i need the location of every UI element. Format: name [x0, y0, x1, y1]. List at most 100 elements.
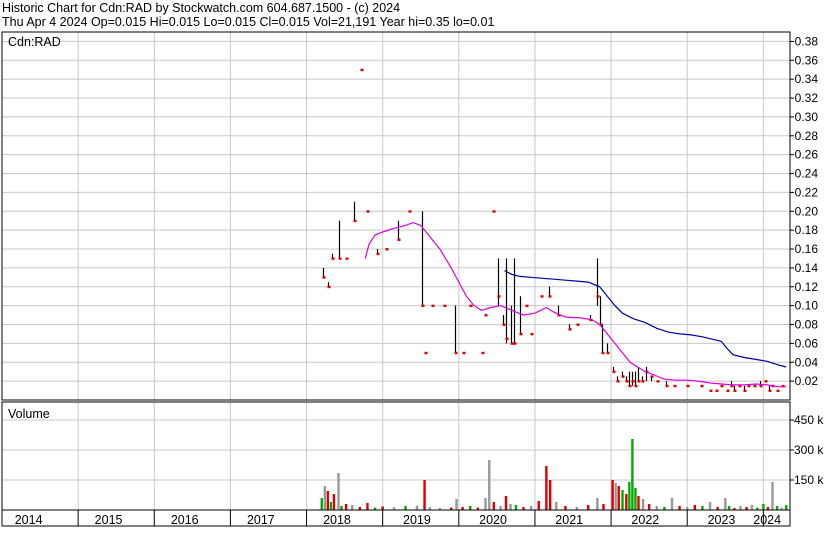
volume-bar — [750, 505, 754, 510]
x-tick-label: 2014 — [15, 513, 43, 527]
price-tick-label: 0.18 — [795, 223, 819, 237]
close-mark — [443, 304, 447, 308]
close-mark — [492, 210, 496, 213]
close-mark — [596, 295, 600, 298]
price-tick-label: 0.30 — [795, 110, 819, 124]
volume-bar — [545, 466, 548, 510]
volume-bar — [404, 506, 407, 510]
volume-bar — [381, 506, 384, 510]
volume-bar — [344, 504, 348, 510]
volume-bar — [555, 502, 558, 510]
x-tick-label: 2024 — [753, 513, 781, 527]
moving-average-long — [504, 270, 787, 368]
volume-bar — [641, 499, 645, 510]
close-mark — [510, 342, 514, 345]
close-mark — [673, 384, 677, 388]
close-mark — [612, 370, 616, 374]
volume-bar — [631, 439, 634, 510]
close-mark — [338, 257, 342, 260]
volume-bar — [537, 501, 540, 510]
close-mark — [327, 285, 331, 289]
volume-bar — [351, 505, 354, 510]
volume-bar — [499, 506, 502, 510]
volume-bar — [647, 504, 651, 510]
volume-bar — [529, 506, 533, 510]
close-mark — [513, 342, 517, 345]
close-mark — [650, 375, 654, 378]
volume-bar — [727, 506, 731, 510]
close-mark — [397, 238, 401, 241]
volume-bar — [701, 506, 704, 510]
volume-bar — [326, 491, 330, 510]
close-mark — [497, 295, 501, 298]
volume-bar — [771, 482, 774, 510]
volume-bar — [469, 506, 472, 510]
volume-bar — [514, 505, 518, 510]
volume-bar — [634, 488, 637, 510]
close-mark — [715, 389, 719, 392]
close-mark — [502, 323, 506, 326]
close-mark — [641, 380, 645, 383]
close-mark — [768, 389, 772, 392]
close-mark — [759, 384, 763, 388]
volume-bar — [670, 498, 674, 510]
close-mark — [530, 332, 534, 336]
price-tick-label: 0.24 — [795, 167, 819, 181]
price-tick-label: 0.14 — [795, 261, 819, 275]
x-tick-label: 2015 — [95, 513, 123, 527]
volume-bar — [784, 505, 788, 510]
volume-bar — [678, 506, 681, 510]
volume-bar — [739, 506, 742, 510]
close-mark — [656, 380, 660, 383]
price-tick-label: 0.36 — [795, 53, 819, 67]
volume-panel-frame — [1, 401, 791, 511]
close-mark — [484, 314, 488, 317]
volume-bar — [337, 473, 340, 510]
x-tick-label: 2018 — [323, 513, 351, 527]
volume-bar — [655, 506, 658, 510]
volume-bar — [724, 498, 727, 510]
price-panel-frame — [1, 31, 791, 401]
x-tick-label: 2023 — [708, 513, 736, 527]
volume-bar — [415, 505, 419, 510]
close-mark — [631, 380, 635, 383]
close-mark — [322, 276, 326, 279]
close-mark — [621, 375, 625, 378]
volume-bar — [329, 502, 333, 510]
price-tick-label: 0.32 — [795, 91, 819, 105]
volume-bar — [637, 496, 640, 510]
close-mark — [720, 384, 724, 388]
close-mark — [431, 304, 435, 308]
volume-bar — [602, 504, 605, 510]
volume-bar — [366, 503, 369, 510]
close-mark — [568, 328, 572, 331]
price-panel-title: Cdn:RAD — [8, 35, 61, 49]
close-mark — [601, 351, 605, 355]
volume-bar — [484, 498, 487, 510]
volume-bar — [488, 460, 491, 510]
close-mark — [360, 68, 364, 72]
close-mark — [606, 351, 610, 355]
price-tick-label: 0.08 — [795, 318, 819, 332]
close-mark — [424, 351, 428, 355]
close-mark — [764, 380, 768, 383]
volume-bar — [340, 506, 343, 510]
volume-bar — [614, 483, 617, 510]
volume-bar — [628, 482, 631, 510]
volume-bar — [504, 496, 508, 510]
x-tick-label: 2019 — [403, 513, 431, 527]
volume-tick-label: 150 k — [794, 473, 824, 487]
close-mark — [776, 389, 780, 392]
price-tick-label: 0.02 — [795, 374, 819, 388]
close-mark — [353, 219, 357, 223]
price-tick-label: 0.06 — [795, 336, 819, 350]
close-mark — [709, 389, 713, 392]
close-mark — [376, 252, 380, 256]
close-mark — [385, 248, 389, 251]
close-mark — [637, 380, 641, 383]
close-mark — [700, 384, 704, 388]
close-mark — [345, 257, 349, 260]
close-mark — [628, 384, 632, 388]
x-tick-label: 2017 — [247, 513, 275, 527]
volume-bar — [332, 494, 336, 510]
